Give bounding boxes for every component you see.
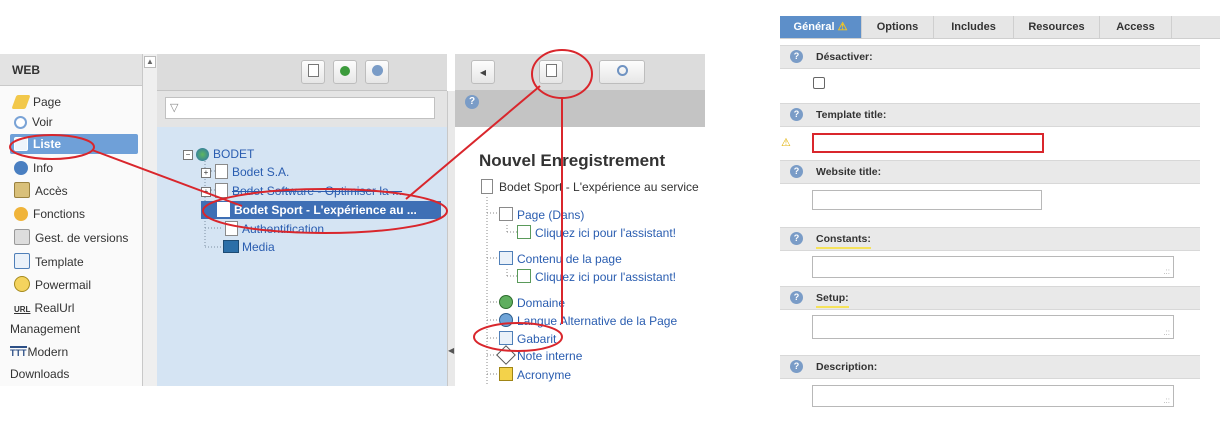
annotation-ellipse-gabarit: [473, 322, 563, 352]
annotation-line-liste: [91, 149, 243, 207]
annotation-ellipse-liste: [9, 134, 95, 160]
annotation-overlay: [9, 49, 593, 352]
annotation-ellipse-new-record: [531, 49, 593, 99]
annotation-line-tree: [405, 85, 541, 200]
